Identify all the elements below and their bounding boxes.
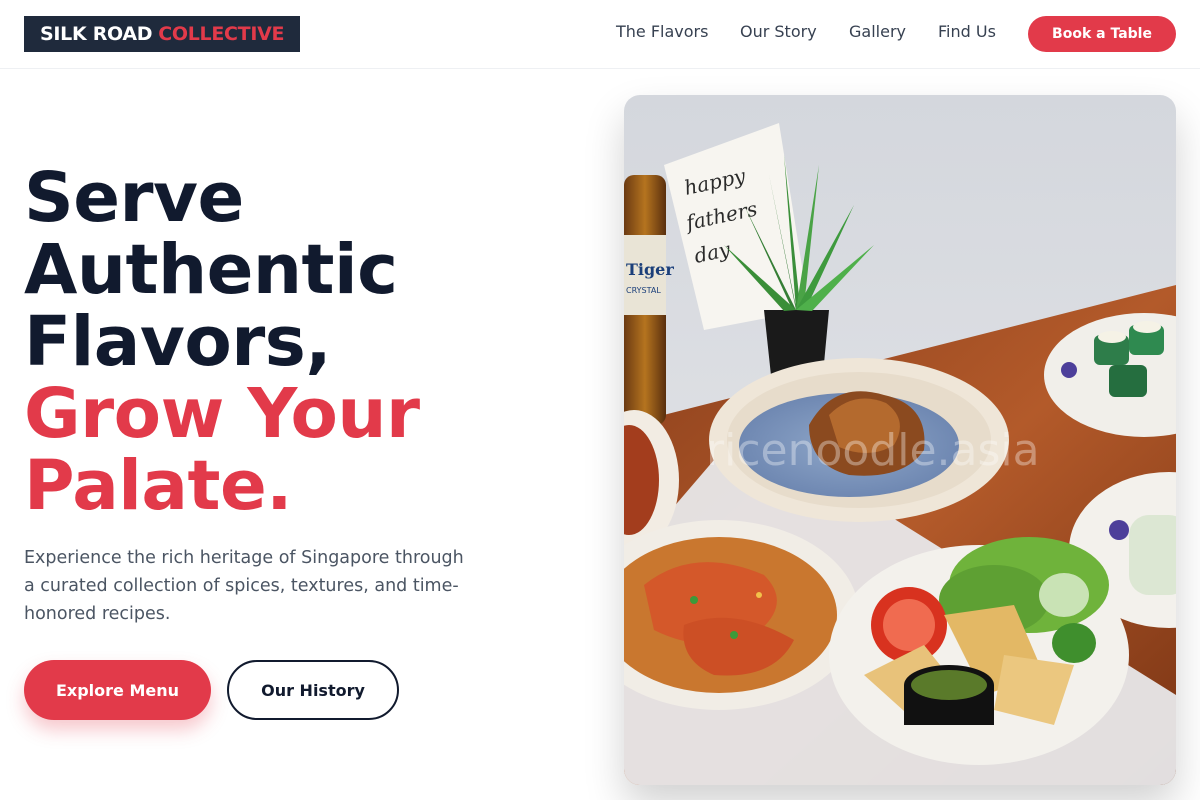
book-table-button[interactable]: Book a Table [1028, 16, 1176, 52]
site-header: SILK ROAD COLLECTIVE The Flavors Our Sto… [0, 0, 1200, 69]
headline-line: Flavors, [24, 302, 332, 382]
brand-name-accent: COLLECTIVE [158, 23, 285, 45]
nav-item-flavors[interactable]: The Flavors [616, 22, 708, 41]
nav-item-find-us[interactable]: Find Us [938, 22, 996, 41]
headline-line: Serve [24, 158, 244, 238]
headline-line-accent: Palate. [24, 446, 292, 526]
hero-food-photo: happy fathers day Tiger CRYSTAL ricenood… [624, 95, 1176, 785]
brand-logo[interactable]: SILK ROAD COLLECTIVE [24, 16, 300, 52]
photo-watermark: ricenoodle.asia [706, 425, 1040, 476]
headline-line-accent: Grow Your [24, 374, 420, 454]
svg-text:CRYSTAL: CRYSTAL [626, 286, 661, 295]
explore-menu-button[interactable]: Explore Menu [24, 660, 211, 720]
brand-name-primary: SILK ROAD [40, 23, 153, 45]
nav-item-gallery[interactable]: Gallery [849, 22, 906, 41]
hero-headline: Serve Authentic Flavors, Grow Your Palat… [24, 162, 420, 522]
our-history-button[interactable]: Our History [227, 660, 399, 720]
nav-item-our-story[interactable]: Our Story [740, 22, 817, 41]
svg-text:Tiger: Tiger [626, 260, 674, 279]
headline-line: Authentic [24, 230, 398, 310]
hero-description: Experience the rich heritage of Singapor… [24, 548, 464, 624]
